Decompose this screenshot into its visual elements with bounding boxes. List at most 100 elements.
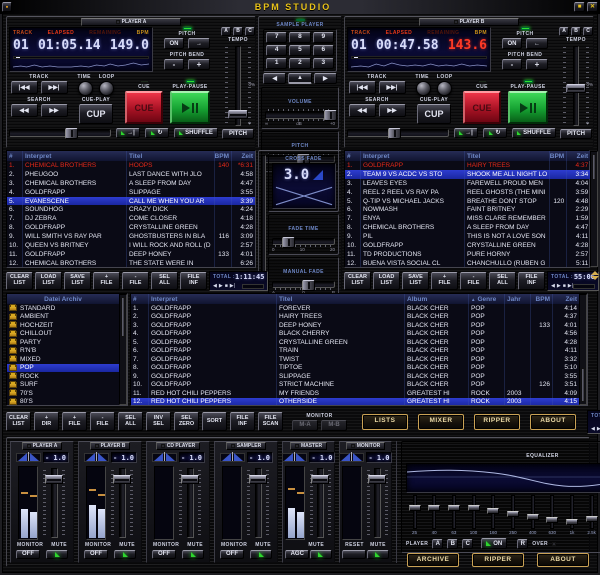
playlist-row[interactable]: 9.WILL SMITH VS RAY PARGHOSTBUSTERS IN B… [7,232,255,241]
next-track-button[interactable]: ▶▶| [41,81,68,94]
eq-player-b-button[interactable]: B [447,539,458,549]
archive-item[interactable]: ROCK [7,372,119,381]
browser-row[interactable]: 10. GOLDFRAPP STRICT MACHINE BLACK CHER … [131,381,579,390]
archive-item[interactable]: MIXED [7,355,119,364]
playlist-row[interactable]: 7.ENYAMISS CLARE REMEMBER1:59 [345,214,590,223]
playlist-row[interactable]: 8.GOLDFRAPPCRYSTALLINE GREEN4:28 [7,223,255,232]
sample-key-button[interactable]: 9 [313,32,334,43]
time-knob[interactable] [416,81,431,96]
playlist-row[interactable]: 9.PILTHIS IS NOT A LOVE SON4:11 [345,232,590,241]
sample-key-button[interactable]: 5 [289,45,310,56]
archive-item[interactable]: PARTY [7,338,119,347]
balance-icon[interactable] [339,453,364,462]
scroll-handle[interactable] [592,154,596,180]
archive-tool-button[interactable]: +FILE [62,412,87,431]
playlist-row[interactable]: 3.CHEMICAL BROTHERSA SLEEP FROM DAY4:47 [7,179,255,188]
archive-item[interactable]: 80'S [7,398,119,407]
spin-down-icon[interactable] [591,276,599,280]
archive-item[interactable]: SURF [7,381,119,390]
list-button[interactable]: +FILE [93,272,120,290]
play-pause-button[interactable] [170,91,210,124]
scroll-handle[interactable] [581,368,585,402]
footer-button[interactable]: ABOUT [537,553,589,567]
pitch-on-button[interactable]: ON [502,38,522,49]
browser-row[interactable]: 6. GOLDFRAPP TRAIN BLACK CHER POP 4:11 [131,347,579,356]
playlist-b-header[interactable]: #InterpretTitelBPMZeit [345,151,590,161]
channel-fader[interactable] [178,466,202,540]
balance-icon[interactable] [282,453,307,462]
playlist-row[interactable]: 7.DJ ZEBRACOME CLOSER4:18 [7,214,255,223]
deck-b-seek-slider[interactable] [347,129,449,137]
spin-up-icon[interactable] [591,271,599,275]
sample-key-button[interactable]: 8 [289,32,310,43]
manual-fade-handle[interactable] [302,280,315,291]
balance-control[interactable]: - 1.0 [16,451,69,464]
manual-fade-slider[interactable] [272,281,335,288]
preset-c-button[interactable]: C [245,27,255,36]
pitch-direction-button[interactable]: ← [526,38,548,49]
playlist-a-scrollbar[interactable] [261,153,266,288]
playlist-row[interactable]: 10.QUEEN VS BRITNEYI WILL ROCK AND ROLL … [7,241,255,250]
strip-button[interactable]: AGC [285,550,309,559]
mute-button[interactable] [250,550,272,559]
eq-band-slider[interactable] [408,495,421,529]
transport-icon[interactable]: ◀ [551,284,555,289]
list-button[interactable]: +FILE [431,272,458,290]
transport-icon[interactable]: ▶ [219,284,223,289]
list-button[interactable]: -FILE [122,272,149,290]
channel-fader[interactable] [309,466,332,540]
preset-a-button[interactable]: A [559,27,569,36]
transport-icon[interactable]: ▶ [557,284,561,289]
eq-band-handle[interactable] [507,511,519,517]
list-button[interactable]: SAVELIST [64,272,91,290]
deck-a-pitch-button[interactable]: PITCH [222,129,254,139]
sample-key-button[interactable]: 3 [313,58,334,69]
cue-to-end-button[interactable]: →| [116,128,140,138]
strip-button[interactable]: OFF [16,550,40,559]
channel-fader[interactable] [366,466,389,540]
sample-key-button[interactable]: 1 [266,58,287,69]
balance-control[interactable]: - 1.0 [220,451,273,464]
seek-handle[interactable] [65,128,78,139]
list-spinner[interactable] [590,271,599,289]
pitch-on-button[interactable]: ON [164,38,184,49]
loop-mode-button[interactable]: ↻ [483,128,507,138]
sample-key-button[interactable]: 7 [266,32,287,43]
browser-header[interactable]: # Interpret Titel Album ▲Genre Jahr BPM … [131,294,579,304]
playlist-row[interactable]: 12.BUENA VISTA SOCIAL CLCHANCHULLO (RUBE… [345,259,590,267]
close-button[interactable]: ✕ [587,2,598,12]
mute-button[interactable] [46,550,68,559]
browser-row[interactable]: 3. GOLDFRAPP DEEP HONEY BLACK CHER POP 1… [131,321,579,330]
prev-track-button[interactable]: |◀◀ [11,81,38,94]
playlist-row[interactable]: 5.Q-TIP VS MICHAEL JACKSBREATHE DONT STO… [345,197,590,206]
archive-tool-button[interactable]: FILESCAN [258,412,283,431]
footer-button[interactable]: ARCHIVE [407,553,459,567]
fader-handle[interactable] [181,475,199,484]
channel-fader[interactable] [110,466,134,540]
search-back-button[interactable]: ◀◀ [349,104,376,117]
volume-handle[interactable] [324,110,337,121]
browser-scrollbar[interactable] [579,294,587,405]
playlist-row[interactable]: 11.TD PRODUCTIONSPURE HORNY2:57 [345,250,590,259]
list-button[interactable]: CLEARLIST [344,272,371,290]
eq-band-slider[interactable] [487,495,500,529]
playlist-row[interactable]: 4.GOLDFRAPPSLIPPAGE3:55 [7,188,255,197]
deck-b-pitch-button[interactable]: PITCH [560,129,592,139]
pitch-bend-minus-button[interactable]: - [502,59,522,70]
playlist-row[interactable]: 8.CHEMICAL BROTHERSA SLEEP FROM DAY4:47 [345,223,590,232]
search-back-button[interactable]: ◀◀ [11,104,38,117]
channel-fader[interactable] [42,466,66,540]
eq-band-slider[interactable] [428,495,441,529]
nav-button[interactable]: ABOUT [530,414,576,430]
mute-button[interactable] [114,550,136,559]
eq-band-handle[interactable] [546,517,558,523]
loop-knob[interactable] [99,81,114,96]
archive-item[interactable]: 70'S [7,389,119,398]
strip-button[interactable]: OFF [84,550,108,559]
play-pause-button[interactable] [508,91,548,124]
archive-tool-button[interactable]: SELALL [118,412,143,431]
archive-item[interactable]: AMBIENT [7,313,119,322]
eq-band-handle[interactable] [409,505,421,511]
browser-row[interactable]: 2. GOLDFRAPP HAIRY TREES BLACK CHER POP … [131,313,579,322]
shuffle-button[interactable]: SHUFFLE [512,128,556,138]
